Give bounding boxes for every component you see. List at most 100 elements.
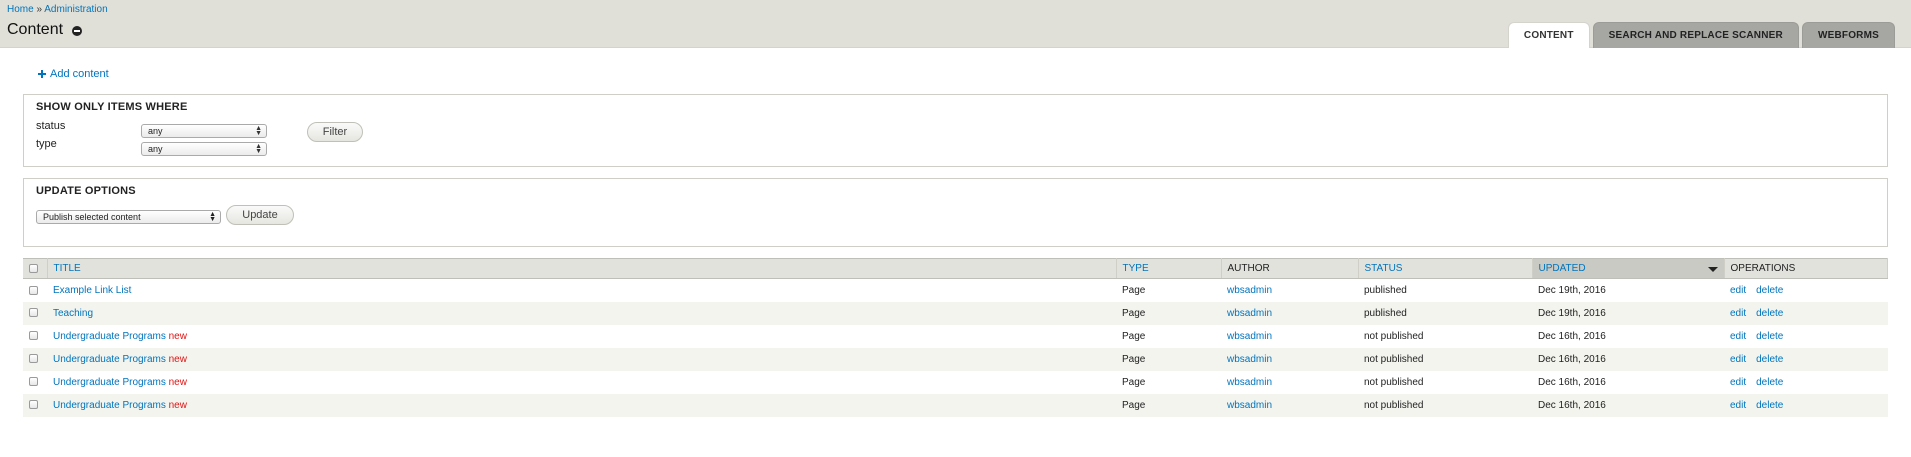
update-options-legend: UPDATE OPTIONS: [36, 185, 136, 197]
update-operation-select[interactable]: Publish selected content ▲ ▼: [36, 210, 221, 224]
row-checkbox[interactable]: [29, 331, 38, 341]
content-type: Page: [1116, 370, 1221, 394]
content-title-link[interactable]: Undergraduate Programs: [53, 377, 166, 388]
content-updated: Dec 19th, 2016: [1532, 301, 1724, 325]
new-marker: new: [168, 330, 187, 342]
breadcrumb-administration-link[interactable]: Administration: [44, 4, 107, 15]
content-updated: Dec 19th, 2016: [1532, 278, 1724, 302]
sort-descending-icon[interactable]: [1707, 267, 1718, 272]
tab-webforms[interactable]: WEBFORMS: [1801, 22, 1895, 48]
edit-link[interactable]: edit: [1730, 331, 1746, 342]
new-marker: new: [168, 353, 187, 365]
select-arrows-icon: ▲ ▼: [209, 211, 216, 223]
operations-column-header: OPERATIONS: [1724, 258, 1888, 279]
tab-content[interactable]: CONTENT: [1507, 22, 1590, 48]
update-options-fieldset: UPDATE OPTIONS Publish selected content …: [23, 178, 1888, 247]
edit-link[interactable]: edit: [1730, 308, 1746, 319]
content-updated: Dec 16th, 2016: [1532, 393, 1724, 417]
breadcrumb: Home » Administration: [7, 4, 108, 15]
edit-link[interactable]: edit: [1730, 285, 1746, 296]
filter-button[interactable]: Filter: [307, 122, 363, 142]
content-status: published: [1358, 301, 1532, 325]
content-type: Page: [1116, 347, 1221, 371]
content-type: Page: [1116, 393, 1221, 417]
edit-link[interactable]: edit: [1730, 400, 1746, 411]
row-checkbox[interactable]: [29, 377, 38, 387]
breadcrumb-home-link[interactable]: Home: [7, 4, 34, 15]
status-filter-label: status: [36, 120, 66, 132]
delete-link[interactable]: delete: [1756, 285, 1783, 296]
plus-icon: [38, 70, 46, 78]
remove-shortcut-icon[interactable]: [72, 26, 83, 36]
content-type: Page: [1116, 301, 1221, 325]
author-link[interactable]: wbsadmin: [1227, 377, 1272, 388]
content-title-link[interactable]: Undergraduate Programs: [53, 354, 166, 365]
update-select-value: Publish selected content: [43, 212, 141, 222]
author-link[interactable]: wbsadmin: [1227, 285, 1272, 296]
content-updated: Dec 16th, 2016: [1532, 370, 1724, 394]
status-column-header[interactable]: STATUS: [1365, 263, 1403, 274]
content-status: not published: [1358, 393, 1532, 417]
author-link[interactable]: wbsadmin: [1227, 400, 1272, 411]
delete-link[interactable]: delete: [1756, 377, 1783, 388]
content-status: not published: [1358, 370, 1532, 394]
main-content: Add content SHOW ONLY ITEMS WHERE status…: [0, 48, 1911, 417]
type-select[interactable]: any ▲ ▼: [141, 142, 267, 156]
table-row: Undergraduate Programs new Page wbsadmin…: [23, 393, 1888, 417]
title-column-header[interactable]: TITLE: [54, 263, 81, 274]
delete-link[interactable]: delete: [1756, 400, 1783, 411]
delete-link[interactable]: delete: [1756, 308, 1783, 319]
add-content-link[interactable]: Add content: [38, 68, 109, 80]
row-checkbox[interactable]: [29, 400, 38, 410]
type-column-header[interactable]: TYPE: [1123, 263, 1149, 274]
content-type: Page: [1116, 278, 1221, 302]
select-arrows-icon: ▲ ▼: [255, 125, 262, 137]
content-status: not published: [1358, 347, 1532, 371]
content-updated: Dec 16th, 2016: [1532, 324, 1724, 348]
table-row: Undergraduate Programs new Page wbsadmin…: [23, 324, 1888, 348]
filter-legend: SHOW ONLY ITEMS WHERE: [36, 101, 188, 113]
content-title-link[interactable]: Example Link List: [53, 285, 131, 296]
type-filter-label: type: [36, 138, 57, 150]
select-arrows-icon: ▲ ▼: [255, 143, 262, 155]
content-title-link[interactable]: Undergraduate Programs: [53, 331, 166, 342]
update-button[interactable]: Update: [226, 205, 294, 225]
status-select-value: any: [148, 126, 163, 136]
tab-search-and-replace-scanner[interactable]: SEARCH AND REPLACE SCANNER: [1592, 22, 1799, 48]
table-header-row: TITLE TYPE AUTHOR STATUS UPDATED OPERATI…: [23, 258, 1888, 279]
table-row: Undergraduate Programs new Page wbsadmin…: [23, 370, 1888, 394]
admin-header: Home » Administration Content CONTENT SE…: [0, 0, 1911, 48]
delete-link[interactable]: delete: [1756, 331, 1783, 342]
primary-tabs: CONTENT SEARCH AND REPLACE SCANNER WEBFO…: [1507, 22, 1895, 48]
page-title: Content: [7, 21, 64, 38]
breadcrumb-separator: »: [36, 4, 43, 15]
content-type: Page: [1116, 324, 1221, 348]
type-select-value: any: [148, 144, 163, 154]
new-marker: new: [168, 399, 187, 411]
content-updated: Dec 16th, 2016: [1532, 347, 1724, 371]
row-checkbox[interactable]: [29, 308, 38, 318]
edit-link[interactable]: edit: [1730, 354, 1746, 365]
table-row: Example Link List Page wbsadmin publishe…: [23, 278, 1888, 302]
edit-link[interactable]: edit: [1730, 377, 1746, 388]
table-row: Undergraduate Programs new Page wbsadmin…: [23, 347, 1888, 371]
content-status: not published: [1358, 324, 1532, 348]
delete-link[interactable]: delete: [1756, 354, 1783, 365]
updated-column-header[interactable]: UPDATED: [1539, 263, 1586, 274]
table-row: Teaching Page wbsadmin published Dec 19t…: [23, 301, 1888, 325]
row-checkbox[interactable]: [29, 285, 38, 295]
row-checkbox[interactable]: [29, 354, 38, 364]
filter-fieldset: SHOW ONLY ITEMS WHERE status type any ▲ ▼…: [23, 94, 1888, 167]
content-table: TITLE TYPE AUTHOR STATUS UPDATED OPERATI…: [23, 258, 1888, 417]
content-title-link[interactable]: Teaching: [53, 308, 93, 319]
author-column-header: AUTHOR: [1221, 258, 1359, 279]
add-content-label: Add content: [50, 68, 109, 80]
status-select[interactable]: any ▲ ▼: [141, 124, 267, 138]
select-all-checkbox[interactable]: [29, 263, 38, 273]
author-link[interactable]: wbsadmin: [1227, 354, 1272, 365]
author-link[interactable]: wbsadmin: [1227, 308, 1272, 319]
author-link[interactable]: wbsadmin: [1227, 331, 1272, 342]
new-marker: new: [168, 376, 187, 388]
content-status: published: [1358, 278, 1532, 302]
content-title-link[interactable]: Undergraduate Programs: [53, 400, 166, 411]
